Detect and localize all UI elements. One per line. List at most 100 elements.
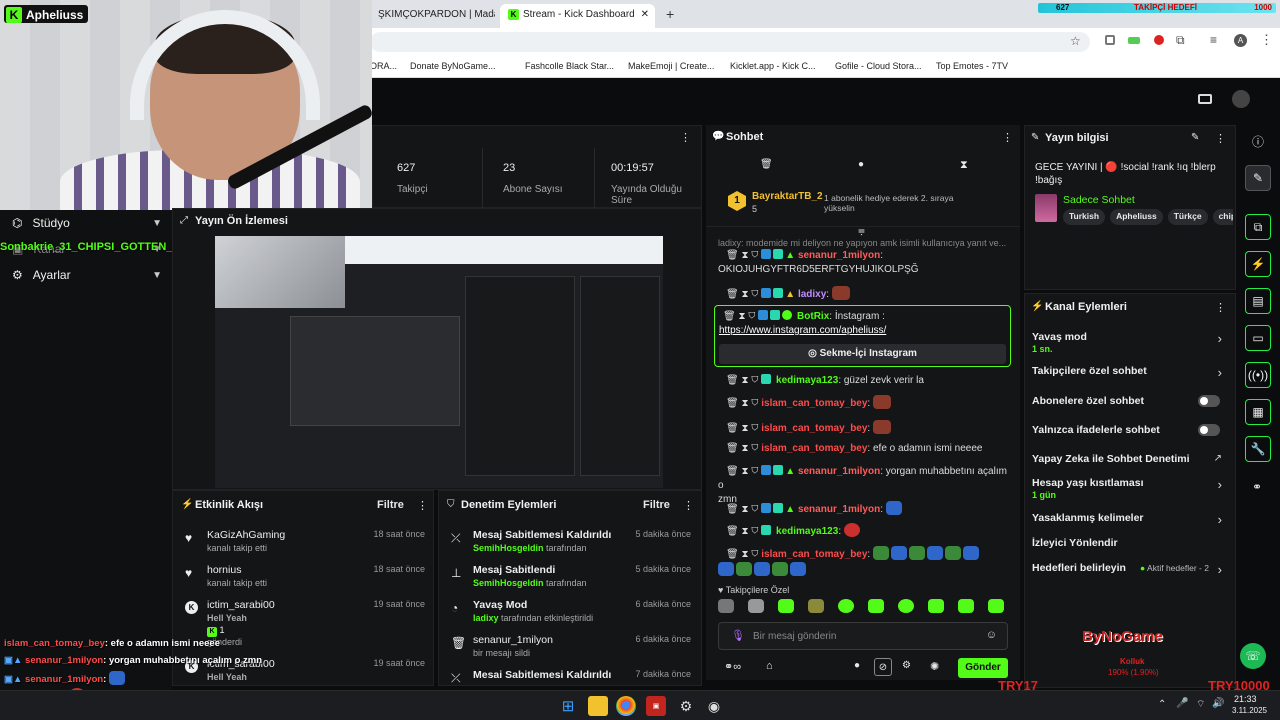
mod-actions-icon[interactable]: 🗑 ⧗ ⛉ [726, 289, 758, 300]
mod-actions-icon[interactable]: 🗑 ⧗ ⛉ [726, 250, 758, 261]
bookmark-item[interactable]: Top Emotes - 7TV [936, 61, 1008, 71]
chat-username[interactable]: islam_can_tomay_bey [761, 443, 867, 454]
mod-actions-icon[interactable]: 🗑 ⧗ ⛉ [723, 311, 755, 322]
file-explorer-icon[interactable] [588, 696, 608, 716]
emote-only-toggle[interactable] [1198, 424, 1220, 436]
notes-toggle-button[interactable]: ▤ [1245, 288, 1271, 314]
wifi-icon[interactable]: ⌔ [1196, 698, 1205, 711]
followers-only-row[interactable]: Takipçilere özel sohbet › [1032, 365, 1228, 380]
ai-moderation-row[interactable]: Yapay Zeka ile Sohbet Denetimi ↗ [1032, 453, 1228, 465]
bookmark-item[interactable]: ORA... [370, 61, 397, 71]
info-icon[interactable]: ⓘ [1252, 133, 1264, 150]
trash-icon[interactable]: 🗑 [760, 159, 773, 170]
account-age-row[interactable]: Hesap yaşı kısıtlaması 1 gün › [1032, 477, 1228, 501]
raid-row[interactable]: İzleyici Yönlendir [1032, 537, 1228, 549]
slow-mode-row[interactable]: Yavaş mod 1 sn. › [1032, 331, 1228, 355]
emote[interactable] [898, 599, 914, 613]
opera-extension-icon[interactable] [1154, 35, 1164, 45]
chat-username[interactable]: senanur_1milyon [798, 250, 880, 261]
creator-icon[interactable] [1198, 94, 1212, 104]
more-icon[interactable]: ⋮ [683, 499, 694, 512]
emote[interactable] [778, 599, 794, 613]
chat-username[interactable]: islam_can_tomay_bey [761, 423, 867, 434]
extension-icon[interactable] [1128, 37, 1140, 44]
chat-username[interactable]: senanur_1milyon [798, 466, 880, 477]
gear-icon[interactable]: ⚙ [902, 660, 911, 671]
mod-actions-icon[interactable]: 🗑 ⧗ ⛉ [726, 375, 758, 386]
browser-tab[interactable]: ŞKIMÇOKPARDON | Madara C [370, 4, 495, 28]
more-icon[interactable]: ⋮ [680, 131, 691, 144]
emote[interactable] [988, 599, 1004, 613]
more-menu-icon[interactable]: ⋮ [1260, 32, 1273, 48]
more-icon[interactable]: ⋮ [1002, 131, 1013, 144]
steam-icon[interactable]: ⚙ [676, 696, 696, 716]
microphone-icon[interactable]: 🎙 [731, 629, 745, 642]
clock-date[interactable]: 3.11.2025 [1232, 706, 1267, 715]
feed-user[interactable]: hornius [207, 564, 241, 576]
profile-avatar-icon[interactable]: A [1234, 34, 1247, 47]
emote[interactable] [718, 599, 734, 613]
edit-panel-button[interactable]: ✎ [1245, 165, 1271, 191]
user-avatar[interactable] [1232, 90, 1250, 108]
bookmark-item[interactable]: Kicklet.app - Kick C... [730, 61, 816, 71]
chat-username[interactable]: islam_can_tomay_bey [761, 398, 867, 409]
broadcast-toggle-button[interactable]: ((•)) [1245, 362, 1271, 388]
feed-user[interactable]: ictim_sarabi00 [207, 599, 275, 611]
pinned-link[interactable]: https://www.instagram.com/apheliuss/ [719, 325, 886, 336]
browser-tab-active[interactable]: K Stream - Kick Dashboard ✕ [500, 4, 655, 28]
new-tab-icon[interactable]: + [666, 6, 674, 22]
subscribers-only-toggle[interactable] [1198, 395, 1220, 407]
edit-icon[interactable]: ✎ [1191, 132, 1199, 143]
mod-user[interactable]: SemihHosgeldin [473, 543, 544, 553]
infinity-icon[interactable]: ⚭∞ [724, 660, 741, 673]
chat-username[interactable]: ladixy [798, 289, 826, 300]
support-chat-icon[interactable]: ☏ [1240, 643, 1266, 669]
mute-icon[interactable]: ⊘ [874, 658, 892, 676]
events-toggle-button[interactable]: ⚡ [1245, 251, 1271, 277]
category-thumbnail[interactable] [1035, 194, 1057, 222]
category-name[interactable]: Sadece Sohbet [1063, 194, 1135, 206]
tag[interactable]: Apheliuss [1110, 209, 1163, 225]
tag[interactable]: Türkçe [1167, 209, 1208, 225]
chat-input[interactable]: 🎙 Bir mesaj gönderin ☺ [718, 622, 1008, 650]
chat-username[interactable]: senanur_1milyon [798, 504, 880, 515]
mod-actions-icon[interactable]: 🗑 ⧗ ⛉ [726, 549, 758, 560]
chat-toggle-button[interactable]: ▭ [1245, 325, 1271, 351]
tools-toggle-button[interactable]: 🔧 [1245, 436, 1271, 462]
chrome-icon[interactable] [616, 696, 636, 716]
app-icon[interactable]: ▣ [646, 696, 666, 716]
emote[interactable] [928, 599, 944, 613]
mod-user[interactable]: senanur_1milyon [473, 634, 553, 646]
chat-settings-icon[interactable]: ● [854, 660, 860, 671]
instagram-button[interactable]: ◎ Sekme-İçi Instagram [719, 344, 1006, 364]
send-button[interactable]: Gönder [958, 658, 1008, 678]
bookmark-item[interactable]: Donate ByNoGame... [410, 61, 496, 71]
chat-icon[interactable]: ● [858, 159, 864, 170]
goals-row[interactable]: Hedefleri belirleyin ● Aktif hedefler - … [1032, 562, 1228, 577]
clock-time[interactable]: 21:33 [1234, 694, 1257, 704]
filter-button[interactable]: Filtre [377, 499, 404, 511]
store-icon[interactable]: ⌂ [766, 660, 773, 672]
chat-username[interactable]: kedimaya123 [776, 526, 838, 537]
mod-actions-icon[interactable]: 🗑 ⧗ ⛉ [726, 526, 758, 537]
address-input[interactable] [370, 32, 1090, 52]
mod-actions-icon[interactable]: 🗑 ⧗ ⛉ [726, 443, 758, 454]
close-tab-icon[interactable]: ✕ [641, 9, 649, 20]
emote[interactable] [868, 599, 884, 613]
mod-actions-icon[interactable]: 🗑 ⧗ ⛉ [726, 504, 758, 515]
emoji-icon[interactable]: ☺ [986, 629, 997, 641]
mod-user[interactable]: ladixy [473, 613, 499, 623]
windows-start-icon[interactable]: ⊞ [558, 696, 578, 716]
chevron-up-icon[interactable]: ⌃ [1158, 699, 1166, 710]
media-icon[interactable]: ≡ [1210, 33, 1217, 47]
more-icon[interactable]: ⋮ [1215, 132, 1226, 145]
chat-username[interactable]: BotRix [797, 311, 829, 322]
emote[interactable] [808, 599, 824, 613]
more-icon[interactable]: ⋮ [1215, 301, 1226, 314]
emote[interactable] [838, 599, 854, 613]
chat-username[interactable]: kedimaya123 [776, 375, 838, 386]
emote[interactable] [748, 599, 764, 613]
stats-toggle-button[interactable]: ▦ [1245, 399, 1271, 425]
bookmark-item[interactable]: Fashcolle Black Star... [525, 61, 614, 71]
banned-words-row[interactable]: Yasaklanmış kelimeler › [1032, 512, 1228, 527]
